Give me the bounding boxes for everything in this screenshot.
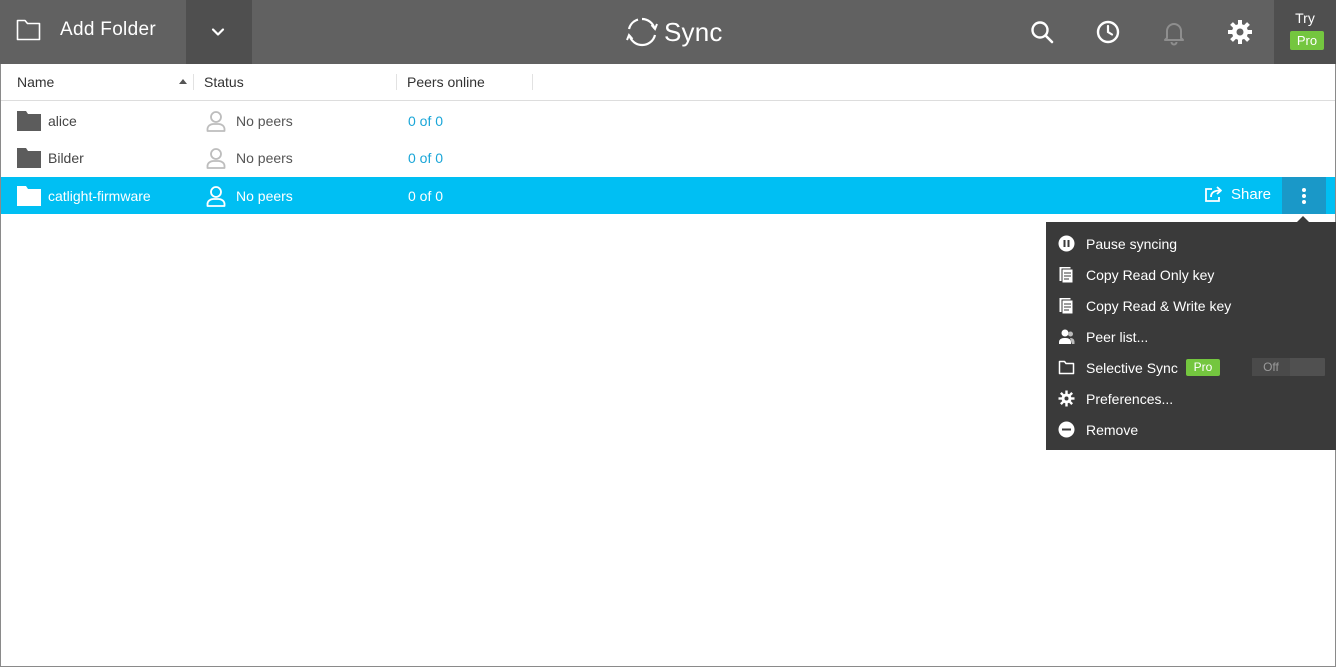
user-icon (206, 186, 226, 207)
sync-logo-icon (626, 17, 658, 47)
remove-icon (1058, 421, 1075, 438)
menu-item-selective-sync[interactable]: Selective Sync Pro Off (1046, 352, 1336, 383)
folder-name: alice (48, 113, 77, 129)
app-name: Sync (664, 16, 723, 47)
folder-name: Bilder (48, 150, 84, 166)
gear-icon (1058, 390, 1075, 407)
table-row-selected[interactable]: catlight-firmware No peers 0 of 0 Share (1, 177, 1335, 214)
menu-item-peer-list[interactable]: Peer list... (1046, 321, 1336, 352)
top-toolbar: Add Folder Sync Try Pro (0, 0, 1336, 64)
pause-icon (1058, 235, 1075, 252)
sync-status: No peers (236, 188, 293, 204)
kebab-icon (1302, 188, 1306, 192)
copy-icon (1059, 267, 1074, 283)
column-divider (396, 74, 397, 90)
app-brand: Sync (626, 14, 723, 50)
folder-icon (1058, 360, 1075, 375)
folder-icon (17, 186, 41, 206)
add-folder-label: Add Folder (60, 19, 156, 40)
try-label: Try (1295, 10, 1315, 26)
menu-item-remove[interactable]: Remove (1046, 414, 1336, 445)
add-folder-button[interactable]: Add Folder (0, 0, 186, 64)
search-icon (1031, 21, 1054, 44)
bell-icon (1164, 23, 1184, 46)
sort-ascending-icon (179, 79, 187, 84)
column-header-status[interactable]: Status (204, 64, 244, 100)
column-divider (532, 74, 533, 90)
pro-badge: Pro (1186, 359, 1220, 376)
menu-item-preferences[interactable]: Preferences... (1046, 383, 1336, 414)
chevron-down-icon (211, 28, 225, 36)
share-label: Share (1231, 186, 1272, 203)
menu-item-copy-read-write-key[interactable]: Copy Read & Write key (1046, 290, 1336, 321)
selective-sync-toggle[interactable]: Off (1252, 358, 1325, 376)
folder-context-menu: Pause syncing Copy Read Only key Copy Re… (1046, 222, 1336, 450)
folder-icon (17, 148, 41, 168)
sync-status: No peers (236, 150, 293, 166)
search-button[interactable] (1026, 16, 1058, 48)
folder-icon (17, 111, 41, 131)
menu-item-copy-read-only-key[interactable]: Copy Read Only key (1046, 259, 1336, 290)
table-header: Name Status Peers online (1, 64, 1335, 101)
column-divider (193, 74, 194, 90)
peers-icon (1059, 329, 1075, 344)
folder-outline-icon (16, 19, 41, 41)
history-button[interactable] (1092, 16, 1124, 48)
peers-online-link[interactable]: 0 of 0 (408, 113, 443, 129)
sync-status: No peers (236, 113, 293, 129)
folder-name: catlight-firmware (48, 188, 151, 204)
pro-badge: Pro (1290, 31, 1324, 50)
column-header-peers-online[interactable]: Peers online (407, 64, 485, 100)
notifications-button[interactable] (1158, 16, 1190, 48)
toggle-state: Off (1252, 358, 1290, 376)
user-icon (206, 148, 226, 169)
add-folder-dropdown-button[interactable] (186, 0, 252, 64)
gear-icon (1228, 20, 1252, 44)
peers-online-link[interactable]: 0 of 0 (408, 150, 443, 166)
settings-button[interactable] (1224, 16, 1256, 48)
share-icon (1205, 186, 1222, 202)
table-row[interactable]: alice No peers 0 of 0 (1, 102, 1335, 139)
more-options-button[interactable] (1282, 177, 1326, 214)
clock-icon (1096, 20, 1120, 44)
copy-icon (1059, 298, 1074, 314)
table-row[interactable]: Bilder No peers 0 of 0 (1, 139, 1335, 176)
peers-online-link[interactable]: 0 of 0 (408, 188, 443, 204)
try-pro-button[interactable]: Try Pro (1274, 0, 1336, 64)
share-button[interactable]: Share (1204, 186, 1271, 203)
user-icon (206, 111, 226, 132)
menu-item-pause-syncing[interactable]: Pause syncing (1046, 228, 1336, 259)
column-header-name[interactable]: Name (17, 64, 54, 100)
